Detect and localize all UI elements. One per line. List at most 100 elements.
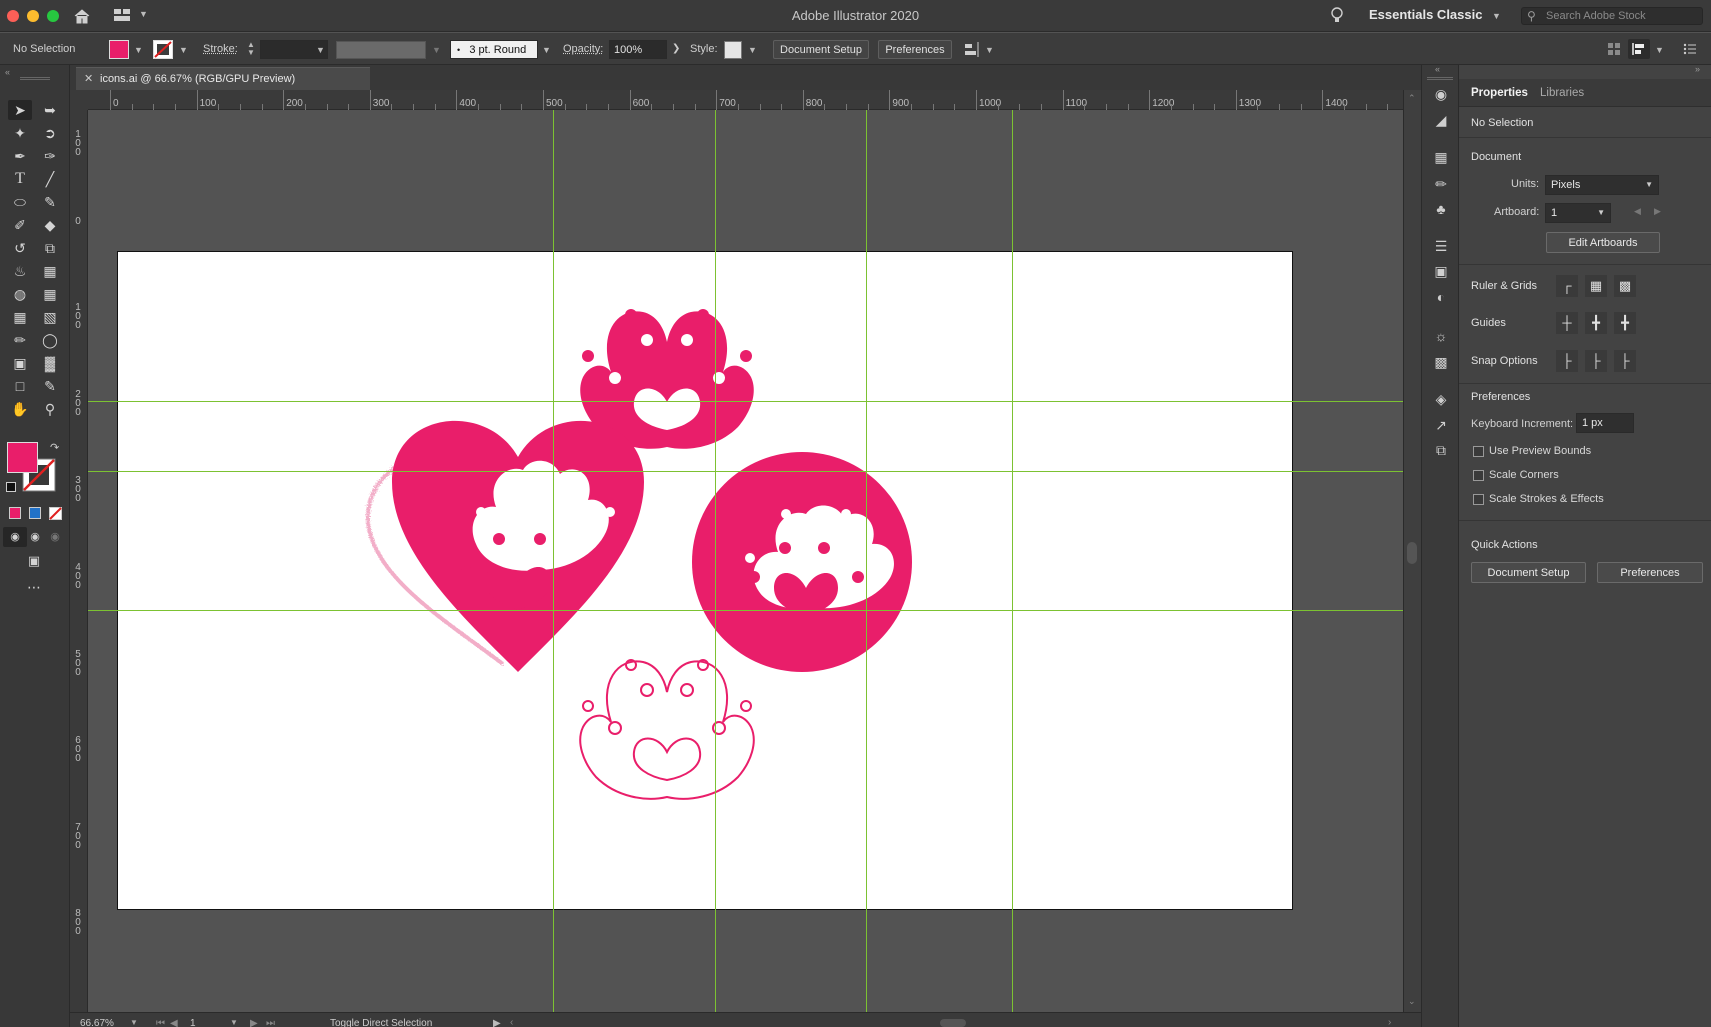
symbols-icon[interactable]: ♣ (1431, 200, 1451, 218)
none-mode-icon[interactable] (49, 507, 62, 520)
layers-icon[interactable]: ◈ (1431, 390, 1451, 408)
brush-definition-field[interactable]: • 3 pt. Round (450, 40, 538, 59)
free-transform-tool-icon[interactable]: ▦ (38, 261, 62, 281)
toolbar-grip[interactable] (20, 77, 50, 80)
type-tool-icon[interactable]: T (8, 169, 32, 189)
next-artboard-icon[interactable]: ▶ (1654, 206, 1661, 217)
curvature-tool-icon[interactable]: ✑ (38, 146, 62, 166)
horizontal-guide[interactable] (88, 471, 1403, 472)
toggle-grid-icon[interactable]: ▦ (1585, 275, 1607, 297)
color-mode-icon[interactable] (9, 507, 21, 519)
selection-tool-icon[interactable]: ➤ (8, 100, 32, 120)
toggle-rulers-icon[interactable]: ┌ (1556, 275, 1578, 297)
perspective-grid-tool-icon[interactable]: ▦ (38, 284, 62, 304)
scroll-right-icon[interactable]: › (1388, 1017, 1391, 1027)
use-preview-bounds-label[interactable]: Use Preview Bounds (1489, 445, 1591, 457)
stroke-weight-stepper[interactable]: ▲ ▼ (247, 41, 255, 57)
zoom-window-button[interactable] (47, 10, 59, 22)
tab-libraries[interactable]: Libraries (1540, 87, 1584, 99)
scroll-down-icon[interactable]: ⌄ (1408, 996, 1416, 1007)
quick-document-setup-button[interactable]: Document Setup (1471, 562, 1586, 583)
eyedropper-tool-icon[interactable]: ✏ (8, 330, 32, 350)
shaper-tool-icon[interactable]: ✐ (8, 215, 32, 235)
chevron-down-icon[interactable]: ▼ (542, 45, 551, 55)
snap-to-pixel-icon[interactable]: ├ (1614, 350, 1636, 372)
first-artboard-icon[interactable]: ⏮ (156, 1018, 165, 1027)
collapse-icon[interactable]: » (1695, 64, 1700, 74)
direct-selection-tool-icon[interactable]: ➥ (38, 100, 62, 120)
chevron-down-icon[interactable]: ▼ (230, 1018, 238, 1027)
preferences-button[interactable]: Preferences (878, 40, 952, 59)
artboard[interactable] (117, 251, 1293, 910)
ruler-origin[interactable] (70, 90, 88, 110)
zoom-level[interactable]: 66.67% (80, 1018, 114, 1027)
document-tab[interactable]: ✕ icons.ai @ 66.67% (RGB/GPU Preview) (76, 67, 370, 90)
vertical-scroll-thumb[interactable] (1407, 542, 1417, 564)
lock-guides-icon[interactable]: ╋ (1585, 312, 1607, 334)
vertical-guide[interactable] (553, 110, 554, 1012)
previous-artboard-icon[interactable]: ◀ (1634, 206, 1641, 217)
last-artboard-icon[interactable]: ⏭ (266, 1018, 275, 1027)
smart-guides-icon[interactable]: ╋ (1614, 312, 1636, 334)
previous-artboard-icon[interactable]: ◀ (170, 1018, 178, 1027)
close-tab-icon[interactable]: ✕ (84, 72, 93, 85)
edit-artboards-button[interactable]: Edit Artboards (1546, 232, 1660, 253)
circle-paw-icon[interactable] (692, 452, 912, 672)
horizontal-guide[interactable] (88, 401, 1403, 402)
ellipse-tool-icon[interactable]: ⬭ (8, 192, 32, 212)
opacity-field[interactable]: 100% (609, 40, 667, 59)
chevron-down-icon[interactable]: ▼ (748, 45, 757, 55)
gradient-mode-icon[interactable] (29, 507, 41, 519)
vertical-scrollbar[interactable]: ⌃ ⌄ (1403, 90, 1421, 1012)
magic-wand-tool-icon[interactable]: ✦ (8, 123, 32, 143)
opacity-label[interactable]: Opacity: (563, 43, 603, 55)
horizontal-scroll-thumb[interactable] (940, 1019, 966, 1027)
snap-to-point-icon[interactable]: ├ (1556, 350, 1578, 372)
swatches-icon[interactable]: ▦ (1431, 148, 1451, 166)
fill-swatch[interactable] (109, 40, 129, 59)
more-tools-icon[interactable]: ⋯ (22, 577, 46, 597)
panel-menu-icon[interactable] (1683, 42, 1697, 56)
zoom-tool-icon[interactable]: ⚲ (38, 399, 62, 419)
chevron-down-icon[interactable]: ▼ (130, 1018, 138, 1027)
align-options-icon[interactable] (964, 42, 980, 57)
eraser-tool-icon[interactable]: ◆ (38, 215, 62, 235)
vertical-ruler[interactable]: 1 0 0 0 1 0 0 2 0 0 3 0 0 4 0 0 5 0 0 6 0 0 7 0 … (70, 110, 88, 1012)
graphic-style-swatch[interactable] (724, 41, 742, 59)
artboard-navigator[interactable]: 1 (190, 1018, 196, 1027)
collapse-icon[interactable]: « (5, 67, 10, 77)
next-artboard-icon[interactable]: ▶ (250, 1018, 258, 1027)
pen-tool-icon[interactable]: ✒ (8, 146, 32, 166)
scale-tool-icon[interactable]: ⧉ (38, 238, 62, 258)
screen-mode-icon[interactable]: ▣ (22, 551, 46, 571)
lasso-tool-icon[interactable]: ➲ (38, 123, 62, 143)
scale-strokes-label[interactable]: Scale Strokes & Effects (1489, 493, 1604, 505)
vertical-guide[interactable] (715, 110, 716, 1012)
mesh-tool-icon[interactable]: ▦ (8, 307, 32, 327)
artboard-tool-icon[interactable]: □ (8, 376, 32, 396)
heart-paw-icon[interactable] (392, 420, 644, 672)
transparency-icon[interactable]: ◐ (1431, 288, 1451, 306)
color-panel-icon[interactable]: ◢ (1431, 111, 1451, 129)
snap-to-grid-icon[interactable]: ├ (1585, 350, 1607, 372)
workspace-switcher[interactable]: Essentials Classic (1369, 7, 1482, 22)
home-icon[interactable] (73, 8, 91, 24)
default-fill-stroke-icon[interactable] (6, 482, 16, 492)
stroke-label[interactable]: Stroke: (203, 43, 238, 55)
chevron-down-icon[interactable]: ▼ (316, 45, 325, 55)
keyboard-increment-field[interactable]: 1 px (1576, 413, 1634, 433)
arrange-documents-icon[interactable] (113, 8, 131, 22)
isolate-icon[interactable] (1607, 42, 1621, 56)
use-preview-bounds-checkbox[interactable] (1473, 446, 1484, 457)
brushes-icon[interactable]: ✏ (1431, 175, 1451, 193)
scale-corners-label[interactable]: Scale Corners (1489, 469, 1559, 481)
variable-width-profile[interactable] (336, 41, 426, 59)
hand-tool-icon[interactable]: ✋ (8, 399, 32, 419)
lightbulb-icon[interactable] (1330, 7, 1344, 25)
slice-tool-icon[interactable]: ✎ (38, 376, 62, 396)
rotate-tool-icon[interactable]: ↺ (8, 238, 32, 258)
horizontal-guide[interactable] (88, 610, 1403, 611)
align-to-selection-button[interactable] (1628, 39, 1650, 59)
chevron-down-icon[interactable]: ▼ (432, 45, 441, 55)
gradient-panel-icon[interactable]: ▣ (1431, 262, 1451, 280)
